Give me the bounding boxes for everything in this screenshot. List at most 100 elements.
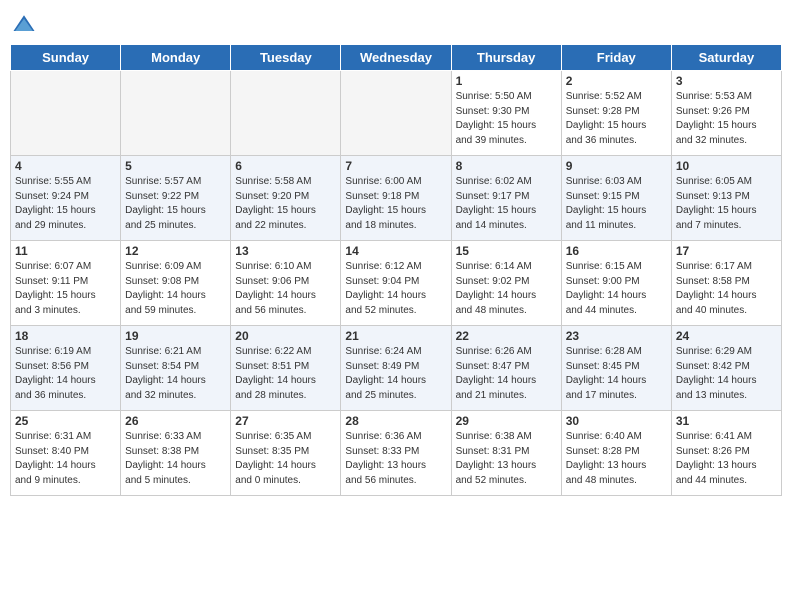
day-number: 3 (676, 74, 777, 88)
calendar-week-row: 1 Sunrise: 5:50 AM Sunset: 9:30 PM Daylig… (11, 71, 782, 156)
calendar-cell: 1 Sunrise: 5:50 AM Sunset: 9:30 PM Daylig… (451, 71, 561, 156)
day-number: 20 (235, 329, 336, 343)
day-info: Sunrise: 5:58 AM Sunset: 9:20 PM Dayligh… (235, 175, 336, 233)
day-info: Sunrise: 6:15 AM Sunset: 9:00 PM Dayligh… (566, 260, 667, 318)
day-header-friday: Friday (561, 45, 671, 71)
calendar-cell: 17 Sunrise: 6:17 AM Sunset: 8:58 PM Dayli… (671, 241, 781, 326)
day-number: 7 (345, 159, 446, 173)
calendar-cell: 16Sunrise: 6:15 AM Sunset: 9:00 PM Dayli… (561, 241, 671, 326)
day-info: Sunrise: 6:28 AM Sunset: 8:45 PM Dayligh… (566, 345, 667, 403)
day-number: 24 (676, 329, 777, 343)
day-header-tuesday: Tuesday (231, 45, 341, 71)
day-number: 18 (15, 329, 116, 343)
day-info: Sunrise: 6:31 AM Sunset: 8:40 PM Dayligh… (15, 430, 116, 488)
day-info: Sunrise: 6:14 AM Sunset: 9:02 PM Dayligh… (456, 260, 557, 318)
day-number: 8 (456, 159, 557, 173)
day-info: Sunrise: 5:50 AM Sunset: 9:30 PM Dayligh… (456, 90, 557, 148)
day-number: 21 (345, 329, 446, 343)
day-info: Sunrise: 6:36 AM Sunset: 8:33 PM Dayligh… (345, 430, 446, 488)
calendar-cell (121, 71, 231, 156)
calendar-cell: 28Sunrise: 6:36 AM Sunset: 8:33 PM Dayli… (341, 411, 451, 496)
calendar-cell: 21 Sunrise: 6:24 AM Sunset: 8:49 PM Dayli… (341, 326, 451, 411)
calendar-cell: 15 Sunrise: 6:14 AM Sunset: 9:02 PM Dayli… (451, 241, 561, 326)
calendar-cell: 23 Sunrise: 6:28 AM Sunset: 8:45 PM Dayli… (561, 326, 671, 411)
calendar-cell: 10 Sunrise: 6:05 AM Sunset: 9:13 PM Dayli… (671, 156, 781, 241)
day-number: 5 (125, 159, 226, 173)
day-info: Sunrise: 6:03 AM Sunset: 9:15 PM Dayligh… (566, 175, 667, 233)
day-number: 31 (676, 414, 777, 428)
day-number: 14 (345, 244, 446, 258)
day-number: 10 (676, 159, 777, 173)
calendar-cell: 12Sunrise: 6:09 AM Sunset: 9:08 PM Dayli… (121, 241, 231, 326)
calendar-cell (231, 71, 341, 156)
day-info: Sunrise: 6:05 AM Sunset: 9:13 PM Dayligh… (676, 175, 777, 233)
day-number: 30 (566, 414, 667, 428)
day-number: 19 (125, 329, 226, 343)
calendar-cell: 19 Sunrise: 6:21 AM Sunset: 8:54 PM Dayli… (121, 326, 231, 411)
day-number: 25 (15, 414, 116, 428)
logo (10, 10, 42, 38)
day-info: Sunrise: 6:21 AM Sunset: 8:54 PM Dayligh… (125, 345, 226, 403)
calendar-week-row: 25 Sunrise: 6:31 AM Sunset: 8:40 PM Dayli… (11, 411, 782, 496)
day-number: 23 (566, 329, 667, 343)
day-info: Sunrise: 6:07 AM Sunset: 9:11 PM Dayligh… (15, 260, 116, 318)
day-number: 12 (125, 244, 226, 258)
days-header-row: SundayMondayTuesdayWednesdayThursdayFrid… (11, 45, 782, 71)
day-header-saturday: Saturday (671, 45, 781, 71)
calendar-cell: 8Sunrise: 6:02 AM Sunset: 9:17 PM Daylig… (451, 156, 561, 241)
day-header-wednesday: Wednesday (341, 45, 451, 71)
calendar-cell: 31 Sunrise: 6:41 AM Sunset: 8:26 PM Dayli… (671, 411, 781, 496)
day-number: 11 (15, 244, 116, 258)
day-number: 2 (566, 74, 667, 88)
day-header-monday: Monday (121, 45, 231, 71)
day-info: Sunrise: 6:17 AM Sunset: 8:58 PM Dayligh… (676, 260, 777, 318)
calendar-cell: 2 Sunrise: 5:52 AM Sunset: 9:28 PM Daylig… (561, 71, 671, 156)
day-info: Sunrise: 6:35 AM Sunset: 8:35 PM Dayligh… (235, 430, 336, 488)
calendar-cell: 20 Sunrise: 6:22 AM Sunset: 8:51 PM Dayli… (231, 326, 341, 411)
day-info: Sunrise: 6:10 AM Sunset: 9:06 PM Dayligh… (235, 260, 336, 318)
calendar-cell: 9 Sunrise: 6:03 AM Sunset: 9:15 PM Daylig… (561, 156, 671, 241)
calendar-cell: 3 Sunrise: 5:53 AM Sunset: 9:26 PM Daylig… (671, 71, 781, 156)
day-info: Sunrise: 6:00 AM Sunset: 9:18 PM Dayligh… (345, 175, 446, 233)
day-info: Sunrise: 6:40 AM Sunset: 8:28 PM Dayligh… (566, 430, 667, 488)
day-info: Sunrise: 5:53 AM Sunset: 9:26 PM Dayligh… (676, 90, 777, 148)
day-header-thursday: Thursday (451, 45, 561, 71)
day-info: Sunrise: 5:57 AM Sunset: 9:22 PM Dayligh… (125, 175, 226, 233)
day-number: 9 (566, 159, 667, 173)
day-number: 22 (456, 329, 557, 343)
day-info: Sunrise: 6:41 AM Sunset: 8:26 PM Dayligh… (676, 430, 777, 488)
day-info: Sunrise: 6:38 AM Sunset: 8:31 PM Dayligh… (456, 430, 557, 488)
calendar-cell: 26Sunrise: 6:33 AM Sunset: 8:38 PM Dayli… (121, 411, 231, 496)
day-number: 15 (456, 244, 557, 258)
day-info: Sunrise: 5:52 AM Sunset: 9:28 PM Dayligh… (566, 90, 667, 148)
day-number: 27 (235, 414, 336, 428)
day-info: Sunrise: 6:24 AM Sunset: 8:49 PM Dayligh… (345, 345, 446, 403)
calendar-cell: 25 Sunrise: 6:31 AM Sunset: 8:40 PM Dayli… (11, 411, 121, 496)
calendar-cell: 5 Sunrise: 5:57 AM Sunset: 9:22 PM Daylig… (121, 156, 231, 241)
calendar-cell: 18 Sunrise: 6:19 AM Sunset: 8:56 PM Dayli… (11, 326, 121, 411)
day-info: Sunrise: 6:22 AM Sunset: 8:51 PM Dayligh… (235, 345, 336, 403)
calendar-week-row: 11 Sunrise: 6:07 AM Sunset: 9:11 PM Dayli… (11, 241, 782, 326)
page-header (10, 10, 782, 38)
logo-icon (10, 10, 38, 38)
day-number: 1 (456, 74, 557, 88)
calendar-week-row: 4Sunrise: 5:55 AM Sunset: 9:24 PM Daylig… (11, 156, 782, 241)
calendar-cell: 29Sunrise: 6:38 AM Sunset: 8:31 PM Dayli… (451, 411, 561, 496)
day-info: Sunrise: 6:29 AM Sunset: 8:42 PM Dayligh… (676, 345, 777, 403)
calendar-cell: 4Sunrise: 5:55 AM Sunset: 9:24 PM Daylig… (11, 156, 121, 241)
day-number: 4 (15, 159, 116, 173)
calendar-table: SundayMondayTuesdayWednesdayThursdayFrid… (10, 44, 782, 496)
calendar-cell: 13Sunrise: 6:10 AM Sunset: 9:06 PM Dayli… (231, 241, 341, 326)
calendar-cell: 27 Sunrise: 6:35 AM Sunset: 8:35 PM Dayli… (231, 411, 341, 496)
calendar-cell: 11 Sunrise: 6:07 AM Sunset: 9:11 PM Dayli… (11, 241, 121, 326)
day-header-sunday: Sunday (11, 45, 121, 71)
day-info: Sunrise: 6:26 AM Sunset: 8:47 PM Dayligh… (456, 345, 557, 403)
calendar-cell: 6 Sunrise: 5:58 AM Sunset: 9:20 PM Daylig… (231, 156, 341, 241)
day-number: 17 (676, 244, 777, 258)
day-info: Sunrise: 6:33 AM Sunset: 8:38 PM Dayligh… (125, 430, 226, 488)
day-number: 6 (235, 159, 336, 173)
calendar-cell: 7 Sunrise: 6:00 AM Sunset: 9:18 PM Daylig… (341, 156, 451, 241)
calendar-cell: 30 Sunrise: 6:40 AM Sunset: 8:28 PM Dayli… (561, 411, 671, 496)
day-info: Sunrise: 6:12 AM Sunset: 9:04 PM Dayligh… (345, 260, 446, 318)
day-info: Sunrise: 6:19 AM Sunset: 8:56 PM Dayligh… (15, 345, 116, 403)
